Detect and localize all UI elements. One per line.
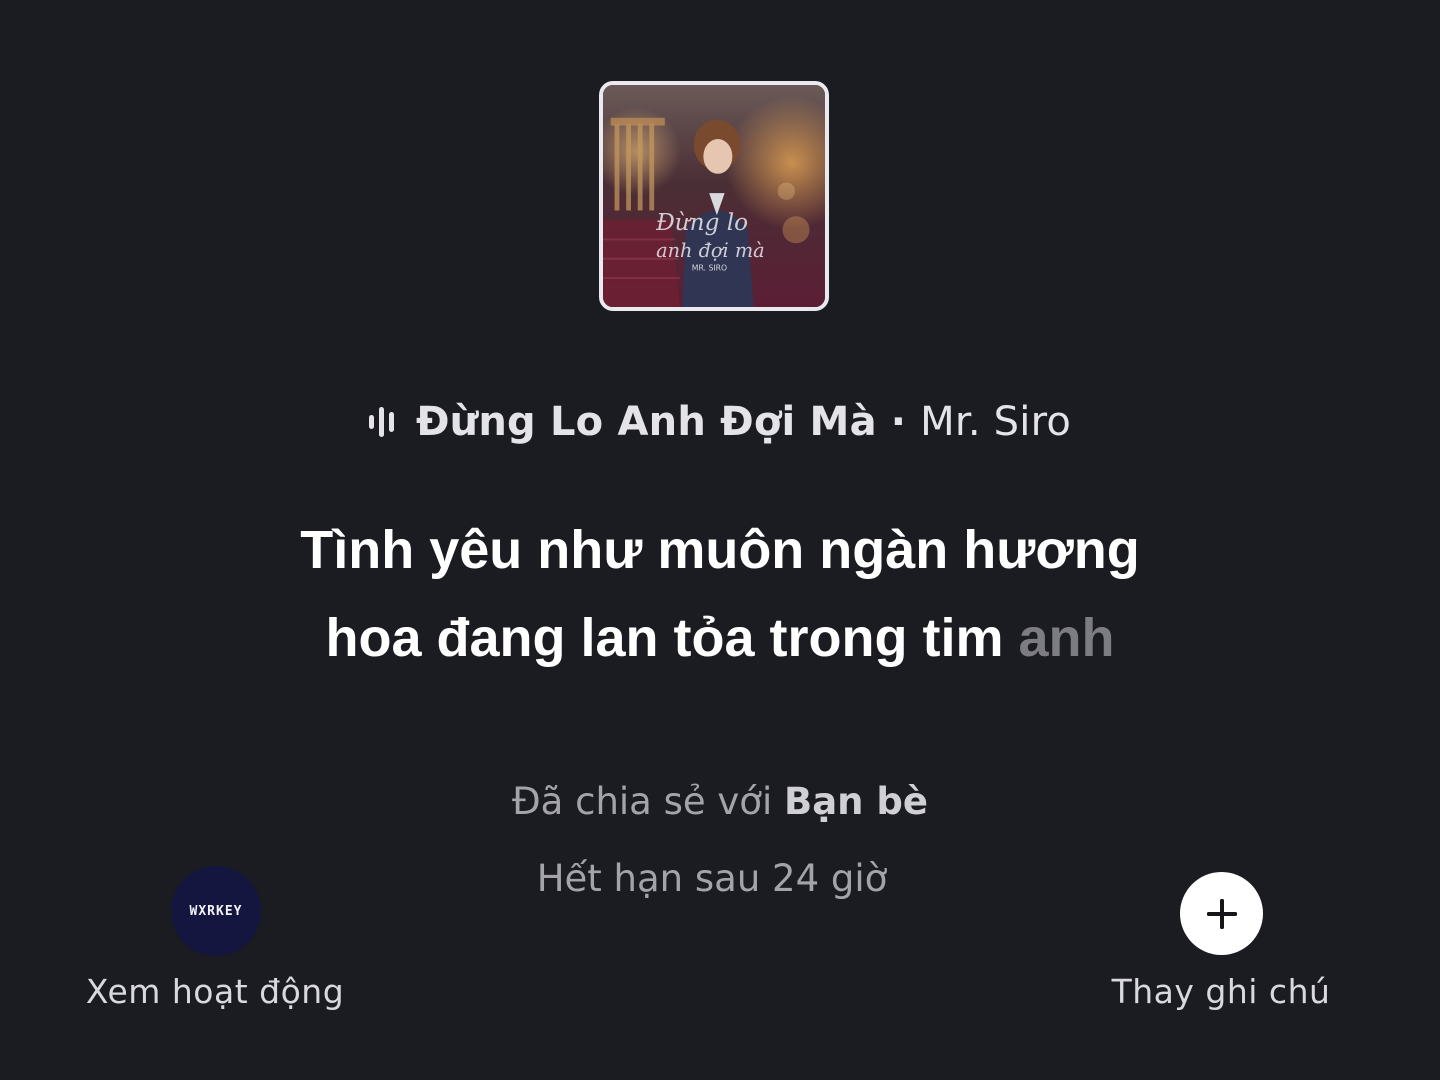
- lyric-line-2: hoa đang lan tỏa trong tim anh: [0, 594, 1440, 682]
- lyric-line-1: Tình yêu như muôn ngàn hương: [300, 520, 1140, 580]
- share-prefix: Đã chia sẻ với: [512, 780, 773, 823]
- album-cover[interactable]: Đừng lo anh đợi mà MR. SIRO: [599, 81, 829, 311]
- song-title: Đừng Lo Anh Đợi Mà: [415, 399, 877, 445]
- song-artist: Mr. Siro: [920, 399, 1072, 445]
- album-art: Đừng lo anh đợi mà MR. SIRO: [603, 85, 825, 307]
- lyric-line-2-upcoming: anh: [1018, 608, 1115, 668]
- cover-artist: MR. SIRO: [692, 263, 727, 272]
- change-note-label[interactable]: Thay ghi chú: [1080, 972, 1362, 1011]
- avatar[interactable]: WXRKEY: [171, 866, 261, 956]
- song-separator: ·: [890, 399, 907, 445]
- lyrics: Tình yêu như muôn ngàn hương hoa đang la…: [0, 506, 1440, 682]
- audio-wave-icon: [368, 407, 394, 437]
- now-playing[interactable]: Đừng Lo Anh Đợi Mà · Mr. Siro: [0, 396, 1440, 448]
- lyric-line-2-active: hoa đang lan tỏa trong tim: [325, 608, 1004, 668]
- cover-title-line2: anh đợi mà: [656, 239, 765, 262]
- share-info: Đã chia sẻ với Bạn bè: [0, 775, 1440, 829]
- view-activity-button[interactable]: Xem hoạt động: [60, 972, 370, 1011]
- plus-icon: [1206, 898, 1237, 929]
- cover-title-line1: Đừng lo: [655, 210, 748, 236]
- change-note-button[interactable]: [1180, 872, 1263, 955]
- share-audience: Bạn bè: [784, 780, 928, 823]
- avatar-text: WXRKEY: [189, 903, 243, 919]
